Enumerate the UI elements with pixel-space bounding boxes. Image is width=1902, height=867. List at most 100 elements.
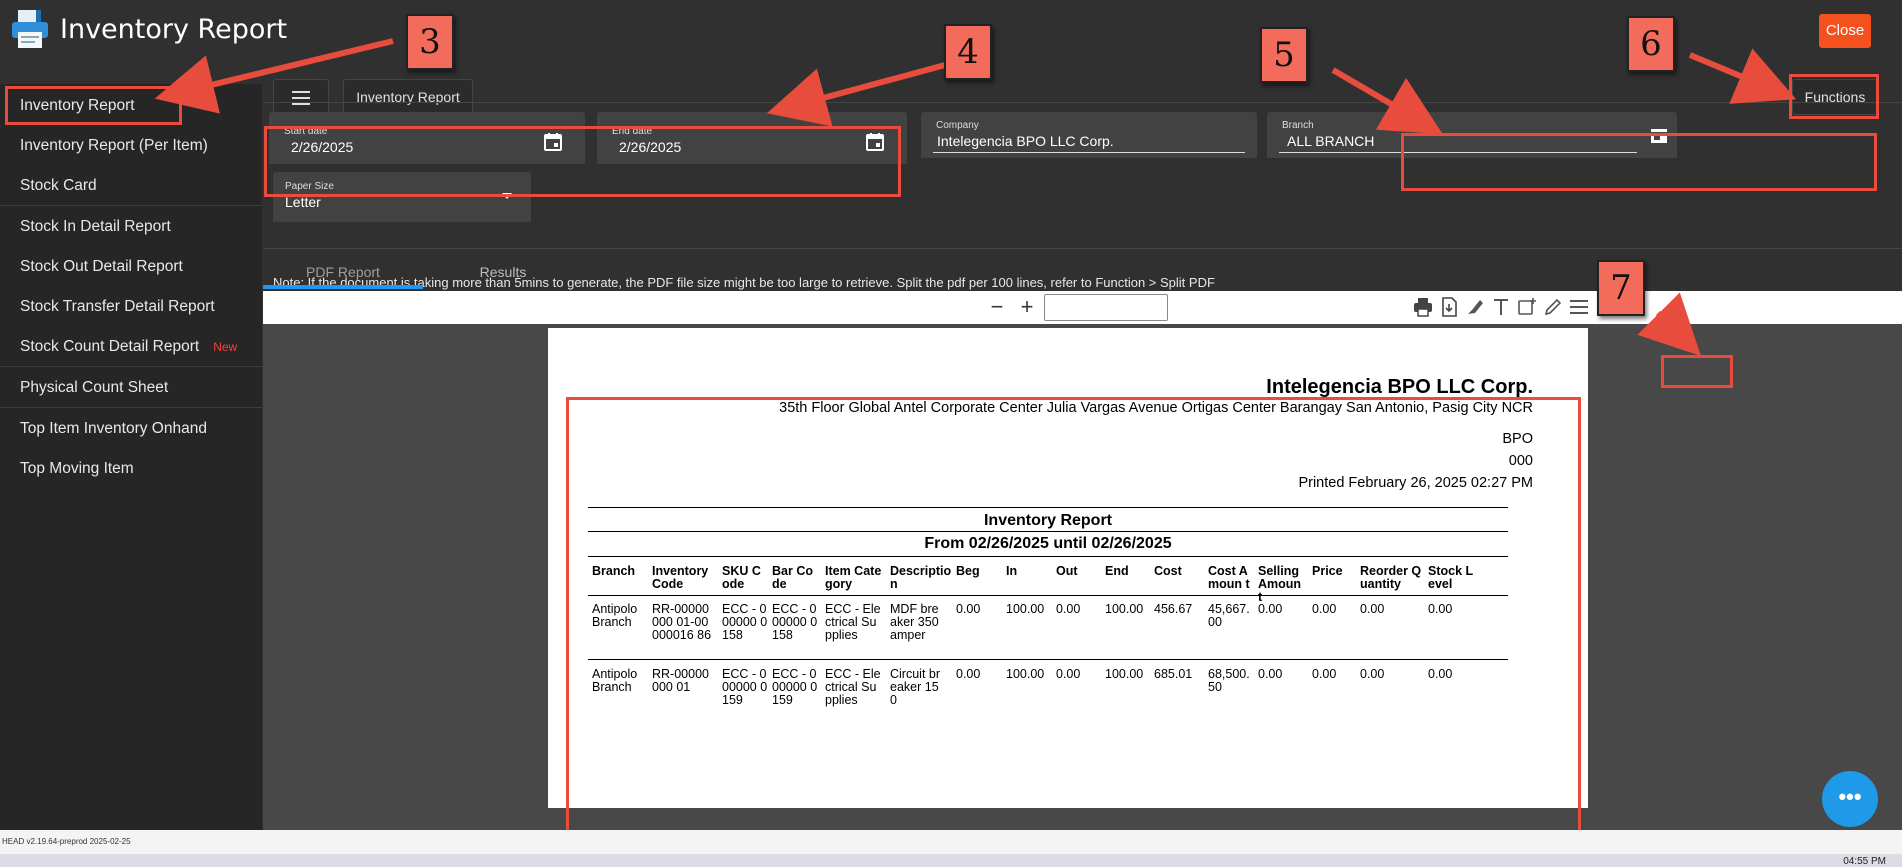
text-icon[interactable]: [1490, 296, 1512, 318]
close-button[interactable]: Close: [1819, 14, 1871, 48]
zoom-out-button[interactable]: −: [985, 295, 1009, 319]
company-underline: [933, 152, 1245, 153]
col-header: Beg: [956, 564, 980, 578]
company-label: Company: [936, 120, 979, 131]
sidebar-item-stock-count-detail[interactable]: Stock Count Detail Report New: [20, 338, 237, 356]
table-cell: 0.00: [1428, 667, 1453, 681]
end-date-field[interactable]: End date 2/26/2025: [597, 112, 907, 164]
doc-printed-date: Printed February 26, 2025 02:27 PM: [1298, 475, 1533, 491]
active-tab-indicator: [263, 285, 423, 289]
branch-field[interactable]: Branch ALL BRANCH: [1267, 112, 1677, 158]
download-icon[interactable]: [1438, 296, 1460, 318]
paper-size-select[interactable]: Paper Size Letter: [273, 172, 531, 222]
col-header: Price: [1312, 564, 1343, 578]
table-cell: 0.00: [1360, 667, 1385, 681]
col-header: Inventory Code: [652, 564, 709, 591]
doc-rule: [588, 507, 1508, 508]
functions-button[interactable]: Functions: [1792, 79, 1878, 115]
printer-logo-icon: [12, 10, 48, 48]
col-header: Descriptio n: [890, 564, 952, 591]
table-cell: Antipolo Branch: [592, 667, 638, 694]
calendar-icon[interactable]: [865, 132, 885, 152]
sidebar-item-stock-card[interactable]: Stock Card: [20, 177, 97, 195]
menu-lines-icon[interactable]: [1568, 296, 1590, 318]
pen-icon[interactable]: [1542, 296, 1564, 318]
doc-line-bpo: BPO: [1502, 431, 1533, 447]
annotation-badge-6: 6: [1627, 16, 1675, 72]
table-cell: 0.00: [1056, 667, 1081, 681]
company-value: Intelegencia BPO LLC Corp.: [937, 133, 1114, 149]
highlight-icon[interactable]: [1464, 296, 1486, 318]
start-date-label: Start date: [284, 126, 328, 137]
table-cell: 0.00: [956, 602, 981, 616]
sidebar-item-physical-count-sheet[interactable]: Physical Count Sheet: [20, 379, 168, 397]
sidebar-item-inventory-report-per-item[interactable]: Inventory Report (Per Item): [20, 137, 208, 155]
table-cell: 100.00: [1006, 667, 1045, 681]
sidebar-item-stock-in-detail[interactable]: Stock In Detail Report: [20, 218, 171, 236]
main-panel: Inventory Report Functions Start date 2/…: [263, 62, 1902, 830]
col-header: Stock Level: [1428, 564, 1474, 591]
app-window: Inventory Report Close Inventory Report …: [0, 0, 1902, 867]
sidebar-item-top-moving-item[interactable]: Top Moving Item: [20, 460, 134, 478]
doc-address: 35th Floor Global Antel Corporate Center…: [779, 400, 1533, 416]
doc-rule: [588, 531, 1508, 532]
store-icon[interactable]: [1649, 126, 1669, 146]
menu-button[interactable]: [273, 79, 329, 115]
pdf-viewer: Intelegencia BPO LLC Corp. 35th Floor Gl…: [263, 324, 1902, 830]
annotation-badge-5: 5: [1260, 27, 1308, 83]
zoom-in-button[interactable]: +: [1015, 295, 1039, 319]
branch-value: ALL BRANCH: [1287, 133, 1375, 149]
col-header: Reorder Quantity: [1360, 564, 1422, 591]
col-header: Selling Amoun t: [1258, 564, 1302, 604]
sidebar: Inventory Report Inventory Report (Per I…: [0, 84, 262, 830]
report-title-button[interactable]: Inventory Report: [343, 79, 473, 115]
print-icon[interactable]: [1412, 296, 1434, 318]
table-cell: 45,667. 00: [1208, 602, 1250, 629]
end-date-value: 2/26/2025: [619, 139, 682, 155]
col-header: Item Category: [825, 564, 882, 591]
sidebar-divider: [0, 205, 262, 206]
branch-label: Branch: [1282, 120, 1314, 131]
col-header: Out: [1056, 564, 1078, 578]
annotation-badge-7: 7: [1597, 260, 1645, 316]
table-cell: RR-00000000 01: [652, 667, 709, 694]
doc-line-code: 000: [1508, 453, 1533, 469]
pdf-toolbar: − +: [263, 291, 1902, 324]
status-bar: HEAD v2.19.64-preprod 2025-02-25: [0, 830, 1902, 854]
page-number-input[interactable]: [1044, 294, 1168, 321]
col-header: Bar Code: [772, 564, 813, 591]
company-field[interactable]: Company Intelegencia BPO LLC Corp.: [921, 112, 1257, 158]
add-image-icon[interactable]: [1516, 296, 1538, 318]
taskbar: 04:55 PM: [0, 854, 1902, 867]
doc-date-range: From 02/26/2025 until 02/26/2025: [924, 535, 1172, 552]
table-cell: 100.00: [1105, 667, 1144, 681]
sidebar-item-stock-out-detail[interactable]: Stock Out Detail Report: [20, 258, 183, 276]
table-cell: 100.00: [1105, 602, 1144, 616]
sidebar-item-top-item-inventory-onhand[interactable]: Top Item Inventory Onhand: [20, 420, 207, 438]
table-cell: 100.00: [1006, 602, 1045, 616]
clock: 04:55 PM: [1843, 856, 1886, 867]
annotation-badge-4: 4: [944, 24, 992, 80]
sidebar-item-inventory-report[interactable]: Inventory Report: [20, 97, 135, 115]
sidebar-item-label: Stock Count Detail Report: [20, 338, 200, 355]
chat-button[interactable]: •••: [1822, 771, 1878, 827]
calendar-icon[interactable]: [543, 132, 563, 152]
table-cell: 0.00: [1312, 602, 1337, 616]
table-cell: 0.00: [1360, 602, 1385, 616]
table-cell: ECC - Electrical Supplies: [825, 667, 881, 707]
table-cell: 68,500. 50: [1208, 667, 1250, 694]
table-cell: ECC - 000000 0158: [722, 602, 768, 642]
sidebar-item-stock-transfer-detail[interactable]: Stock Transfer Detail Report: [20, 298, 215, 316]
app-title: Inventory Report: [60, 14, 288, 45]
start-date-field[interactable]: Start date 2/26/2025: [269, 112, 585, 164]
table-cell: 0.00: [1056, 602, 1081, 616]
new-badge: New: [213, 340, 238, 354]
table-cell: 0.00: [1258, 602, 1283, 616]
col-header: Branch: [592, 564, 636, 578]
dropdown-arrow-icon[interactable]: [501, 192, 513, 200]
table-cell: Circuit breaker 150: [890, 667, 941, 707]
table-cell: 0.00: [956, 667, 981, 681]
doc-rule: [588, 556, 1508, 557]
table-cell: 456.67: [1154, 602, 1193, 616]
table-cell: RR-00000000 01-00000016 86: [652, 602, 712, 642]
